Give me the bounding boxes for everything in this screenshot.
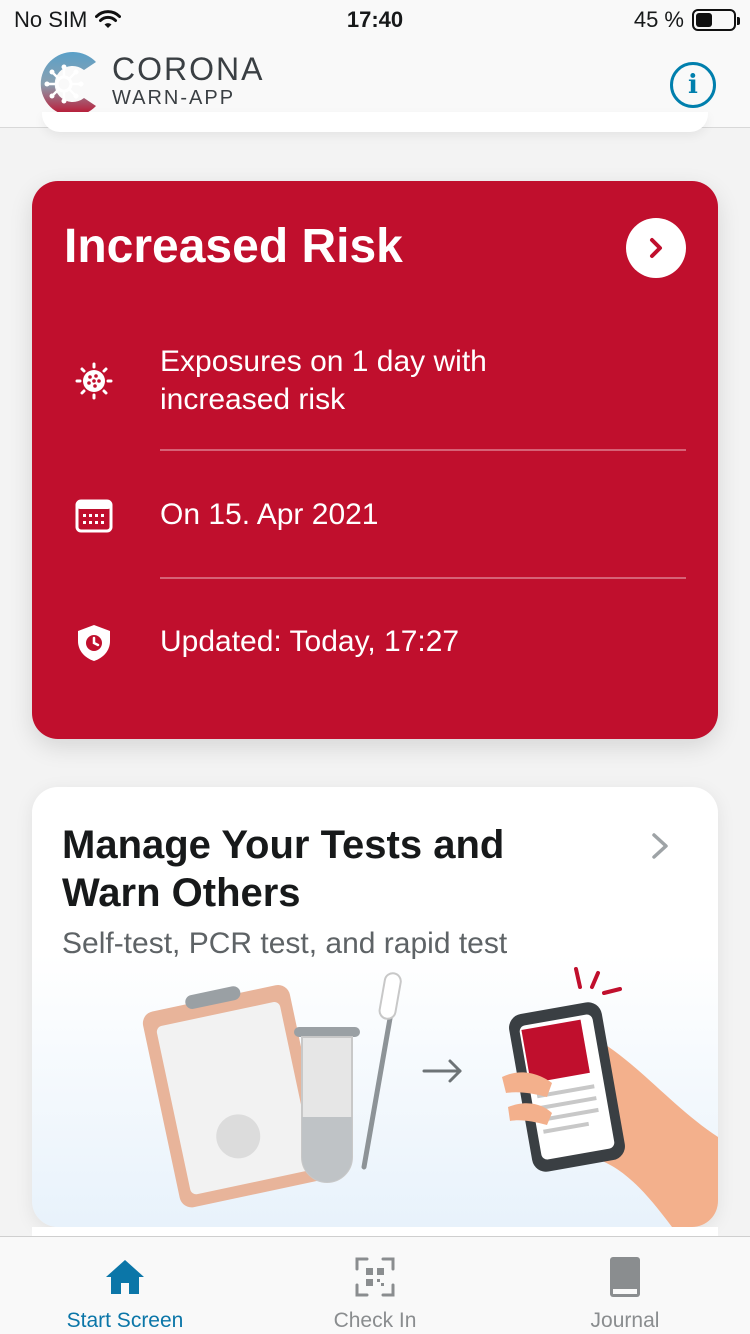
manage-tests-card[interactable]: Manage Your Tests and Warn Others Self-t… <box>32 787 718 1227</box>
corona-warn-app-logo <box>40 52 96 116</box>
tab-label: Start Screen <box>66 1309 184 1332</box>
logo-title: CORONA <box>112 51 265 87</box>
status-right: 45 % <box>633 7 740 33</box>
tab-check-in[interactable]: Check In <box>250 1237 500 1334</box>
chevron-right-icon <box>650 238 662 258</box>
tab-bar: Start Screen Check In Journal <box>0 1236 750 1334</box>
calendar-icon <box>75 499 113 533</box>
battery-percent: 45 % <box>633 7 684 32</box>
virus-icon <box>75 362 113 400</box>
tab-label: Check In <box>333 1309 417 1332</box>
divider <box>160 577 686 579</box>
chevron-right-icon[interactable] <box>648 831 672 861</box>
shield-clock-icon <box>78 625 110 661</box>
divider <box>160 449 686 451</box>
info-icon: i <box>688 70 698 100</box>
status-left: No SIM <box>14 7 122 33</box>
info-button[interactable]: i <box>670 62 716 108</box>
risk-details-button[interactable] <box>626 218 686 278</box>
tab-label: Journal <box>590 1309 660 1332</box>
previous-card-edge <box>42 112 708 132</box>
home-icon <box>101 1253 149 1301</box>
wifi-icon <box>95 10 122 28</box>
battery-level-fill <box>696 13 713 27</box>
battery-icon <box>692 9 740 31</box>
updated-text: Updated: Today, 17:27 <box>160 625 460 658</box>
tab-start-screen[interactable]: Start Screen <box>0 1237 250 1334</box>
carrier-label: No SIM <box>14 7 88 32</box>
exposure-date-text: On 15. Apr 2021 <box>160 498 379 531</box>
exposures-text: Exposures on 1 day with increased risk <box>160 345 487 416</box>
test-illustration <box>142 967 718 1227</box>
book-icon <box>601 1253 649 1301</box>
tests-card-title: Manage Your Tests and Warn Others <box>62 823 505 915</box>
tests-card-subtitle: Self-test, PCR test, and rapid test <box>62 927 508 960</box>
status-bar: No SIM 17:40 45 % <box>0 0 750 40</box>
tab-journal[interactable]: Journal <box>500 1237 750 1334</box>
qr-scan-icon <box>351 1253 399 1301</box>
logo-subtitle: WARN-APP <box>112 87 236 109</box>
risk-title: Increased Risk <box>64 220 403 273</box>
risk-card[interactable]: Increased Risk Exposures on 1 day with i… <box>32 181 718 739</box>
logo-text: CORONA WARN-APP <box>112 52 264 110</box>
